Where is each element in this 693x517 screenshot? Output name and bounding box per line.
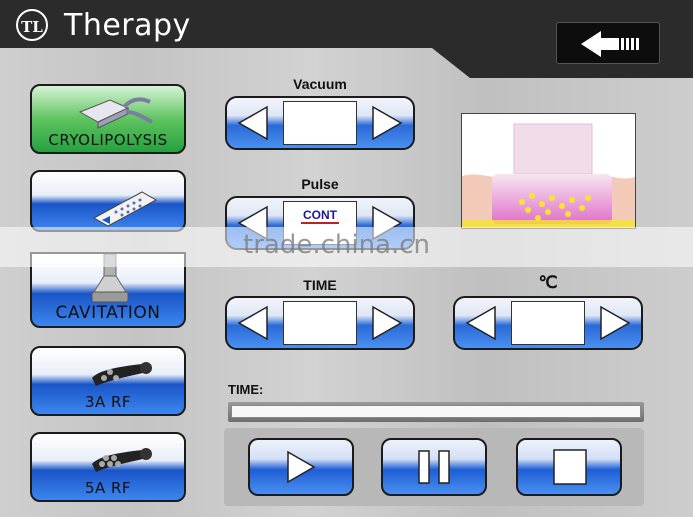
app-title: Therapy [64,8,191,43]
vacuum-stepper [225,96,415,150]
temperature-stepper [453,296,643,350]
progress-track [231,405,641,418]
mode-label-cavitation: CAVITATION [55,303,161,323]
back-button[interactable] [556,22,660,64]
temperature-label: ℃ [538,273,558,292]
temperature-decrease-button[interactable] [461,304,501,342]
play-icon [287,450,316,484]
vacuum-value [283,101,357,145]
transport-panel [224,428,644,506]
temperature-value [511,301,585,345]
pulse-mode-text: CONT [301,208,339,224]
watermark-text: trade.china.cn [243,230,431,260]
logo: TL [16,9,48,41]
mode-button-vacuum-handpiece[interactable] [30,170,186,232]
fat-freezing-illustration [462,114,635,228]
pause-button[interactable] [381,438,487,496]
rf-handle-icon [92,448,152,472]
vacuum-label: Vacuum [293,76,347,92]
mode-button-5a-rf[interactable]: 5A RF [30,432,186,502]
mode-button-cryolipolysis[interactable]: CRYOLIPOLYSIS [30,84,186,154]
back-arrow-icon [581,31,639,57]
mode-button-3a-rf[interactable]: 3A RF [30,346,186,416]
treatment-preview-image [461,113,636,229]
play-button[interactable] [248,438,354,496]
time-decrease-button[interactable] [233,304,273,342]
pause-icon [418,450,450,484]
stop-icon [553,449,587,485]
pulse-label: Pulse [301,176,339,192]
vacuum-increase-button[interactable] [367,104,407,142]
mode-label-cryolipolysis: CRYOLIPOLYSIS [48,131,168,149]
temperature-increase-button[interactable] [595,304,635,342]
stop-button[interactable] [516,438,622,496]
time-increase-button[interactable] [367,304,407,342]
vacuum-handpiece-icon [92,191,158,227]
time-value [283,301,357,345]
time-stepper [225,296,415,350]
time-setting-label: TIME [303,277,337,293]
cryo-applicator-icon [78,97,153,129]
progress-label: TIME: [228,382,264,397]
rf-handle-icon [92,362,152,386]
vacuum-decrease-button[interactable] [233,104,273,142]
mode-label-3a-rf: 3A RF [84,393,132,411]
time-progress-bar [228,402,644,422]
mode-label-5a-rf: 5A RF [84,479,132,497]
